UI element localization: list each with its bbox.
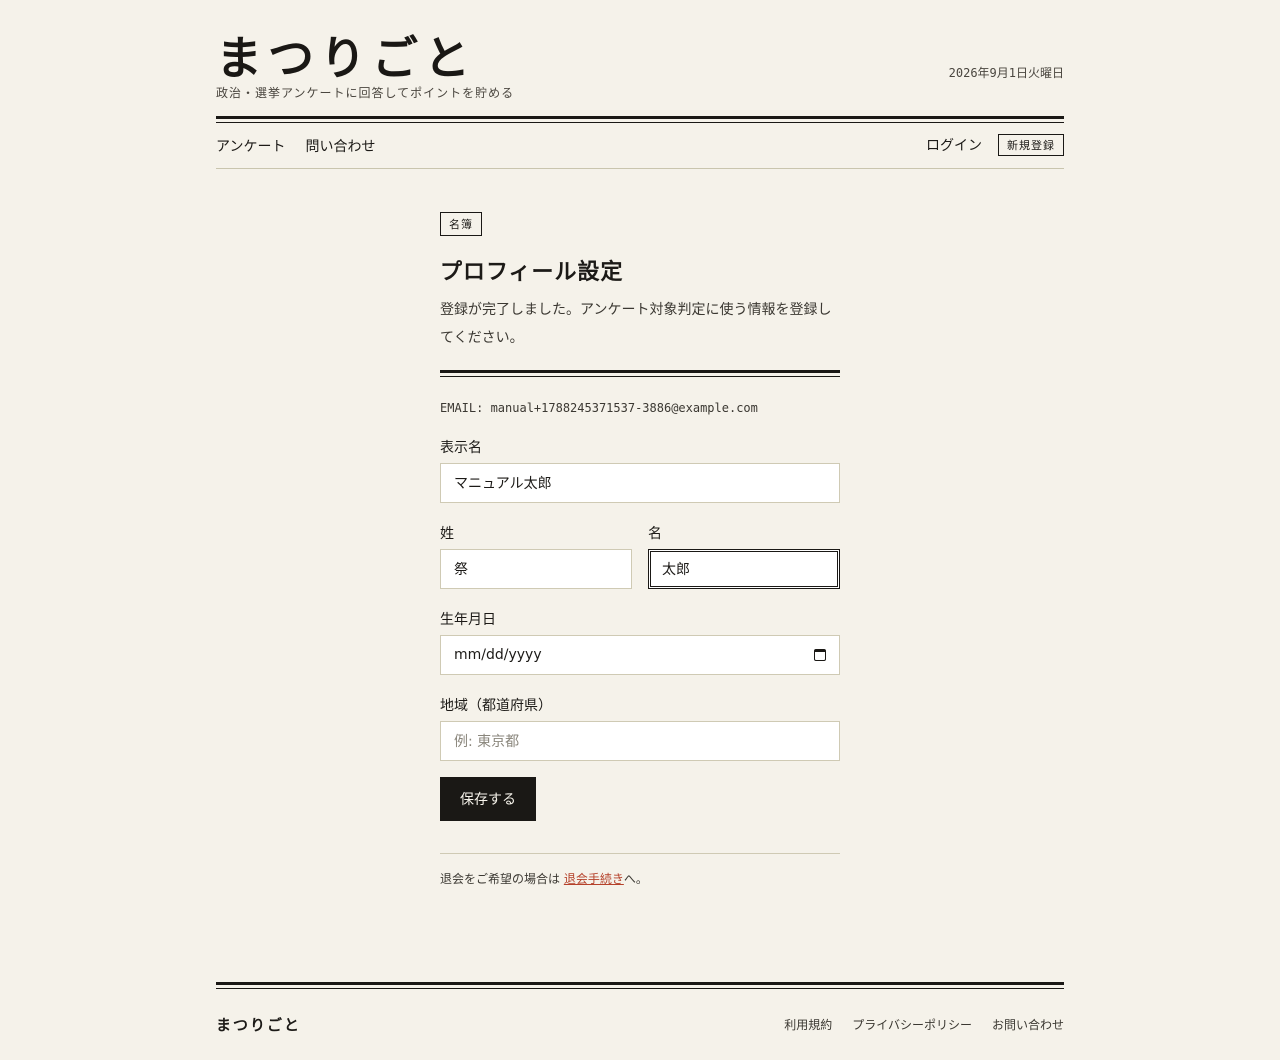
- region-label: 地域（都道府県）: [440, 698, 552, 714]
- nav-right: ログイン 新規登録: [926, 134, 1064, 156]
- site-footer: まつりごと 利用規約 プライバシーポリシー お問い合わせ: [216, 982, 1064, 1052]
- first-name-input[interactable]: 太郎: [648, 549, 840, 589]
- region-placeholder: 例: 東京都: [454, 734, 520, 750]
- withdraw-prefix: 退会をご希望の場合は: [440, 872, 564, 886]
- first-name-label: 名: [648, 526, 662, 542]
- last-name-value: 祭: [454, 562, 468, 578]
- nav-left: アンケート 問い合わせ: [216, 136, 375, 156]
- name-row: 姓 祭 名 太郎: [440, 523, 840, 589]
- last-name-input[interactable]: 祭: [440, 549, 632, 589]
- last-name-field: 姓 祭: [440, 523, 632, 589]
- footer-links: 利用規約 プライバシーポリシー お問い合わせ: [784, 1016, 1064, 1033]
- main-nav: アンケート 問い合わせ ログイン 新規登録: [216, 124, 1064, 169]
- login-link[interactable]: ログイン: [926, 135, 982, 155]
- display-name-label: 表示名: [440, 440, 482, 456]
- save-button[interactable]: 保存する: [440, 777, 536, 821]
- birthdate-input[interactable]: mm/dd/yyyy: [440, 635, 840, 675]
- withdraw-note: 退会をご希望の場合は 退会手続きへ。: [440, 870, 840, 887]
- footer-link-terms[interactable]: 利用規約: [784, 1016, 832, 1033]
- withdraw-suffix: へ。: [623, 872, 648, 886]
- first-name-field: 名 太郎: [648, 523, 840, 589]
- email-display: EMAIL: manual+1788245371537-3886@example…: [440, 401, 758, 415]
- page-title: プロフィール設定: [440, 259, 624, 285]
- withdraw-link[interactable]: 退会手続き: [564, 872, 624, 886]
- nav-link-inquiry[interactable]: 問い合わせ: [305, 136, 375, 156]
- birthdate-placeholder: mm/dd/yyyy: [454, 647, 542, 663]
- profile-form-section: 名簿 プロフィール設定 登録が完了しました。アンケート対象判定に使う情報を登録し…: [440, 212, 840, 887]
- site-tagline: 政治・選挙アンケートに回答してポイントを貯める: [216, 86, 515, 100]
- footer-link-contact[interactable]: お問い合わせ: [992, 1016, 1064, 1033]
- section-tag: 名簿: [440, 212, 482, 236]
- footer-link-privacy[interactable]: プライバシーポリシー: [852, 1016, 972, 1033]
- first-name-value: 太郎: [662, 562, 690, 578]
- page-description: 登録が完了しました。アンケート対象判定に使う情報を登録してください。: [440, 302, 832, 346]
- calendar-icon[interactable]: [814, 649, 826, 661]
- withdraw-divider: [440, 853, 840, 854]
- site-header: まつりごと 政治・選挙アンケートに回答してポイントを貯める 2026年9月1日火…: [216, 28, 1064, 124]
- header-rule: [216, 116, 1064, 123]
- current-date: 2026年9月1日火曜日: [948, 66, 1064, 80]
- display-name-value: マニュアル太郎: [454, 476, 552, 492]
- display-name-field: 表示名 マニュアル太郎: [440, 437, 840, 503]
- region-field: 地域（都道府県） 例: 東京都: [440, 695, 840, 761]
- display-name-input[interactable]: マニュアル太郎: [440, 463, 840, 503]
- region-input[interactable]: 例: 東京都: [440, 721, 840, 761]
- birthdate-field: 生年月日 mm/dd/yyyy: [440, 609, 840, 675]
- site-logo[interactable]: まつりごと: [216, 28, 476, 88]
- register-button[interactable]: 新規登録: [998, 134, 1064, 156]
- footer-logo[interactable]: まつりごと: [216, 1014, 301, 1035]
- nav-link-survey[interactable]: アンケート: [216, 136, 285, 156]
- footer-rule: [216, 982, 1064, 989]
- last-name-label: 姓: [440, 526, 454, 542]
- birthdate-label: 生年月日: [440, 612, 496, 628]
- section-rule: [440, 370, 840, 377]
